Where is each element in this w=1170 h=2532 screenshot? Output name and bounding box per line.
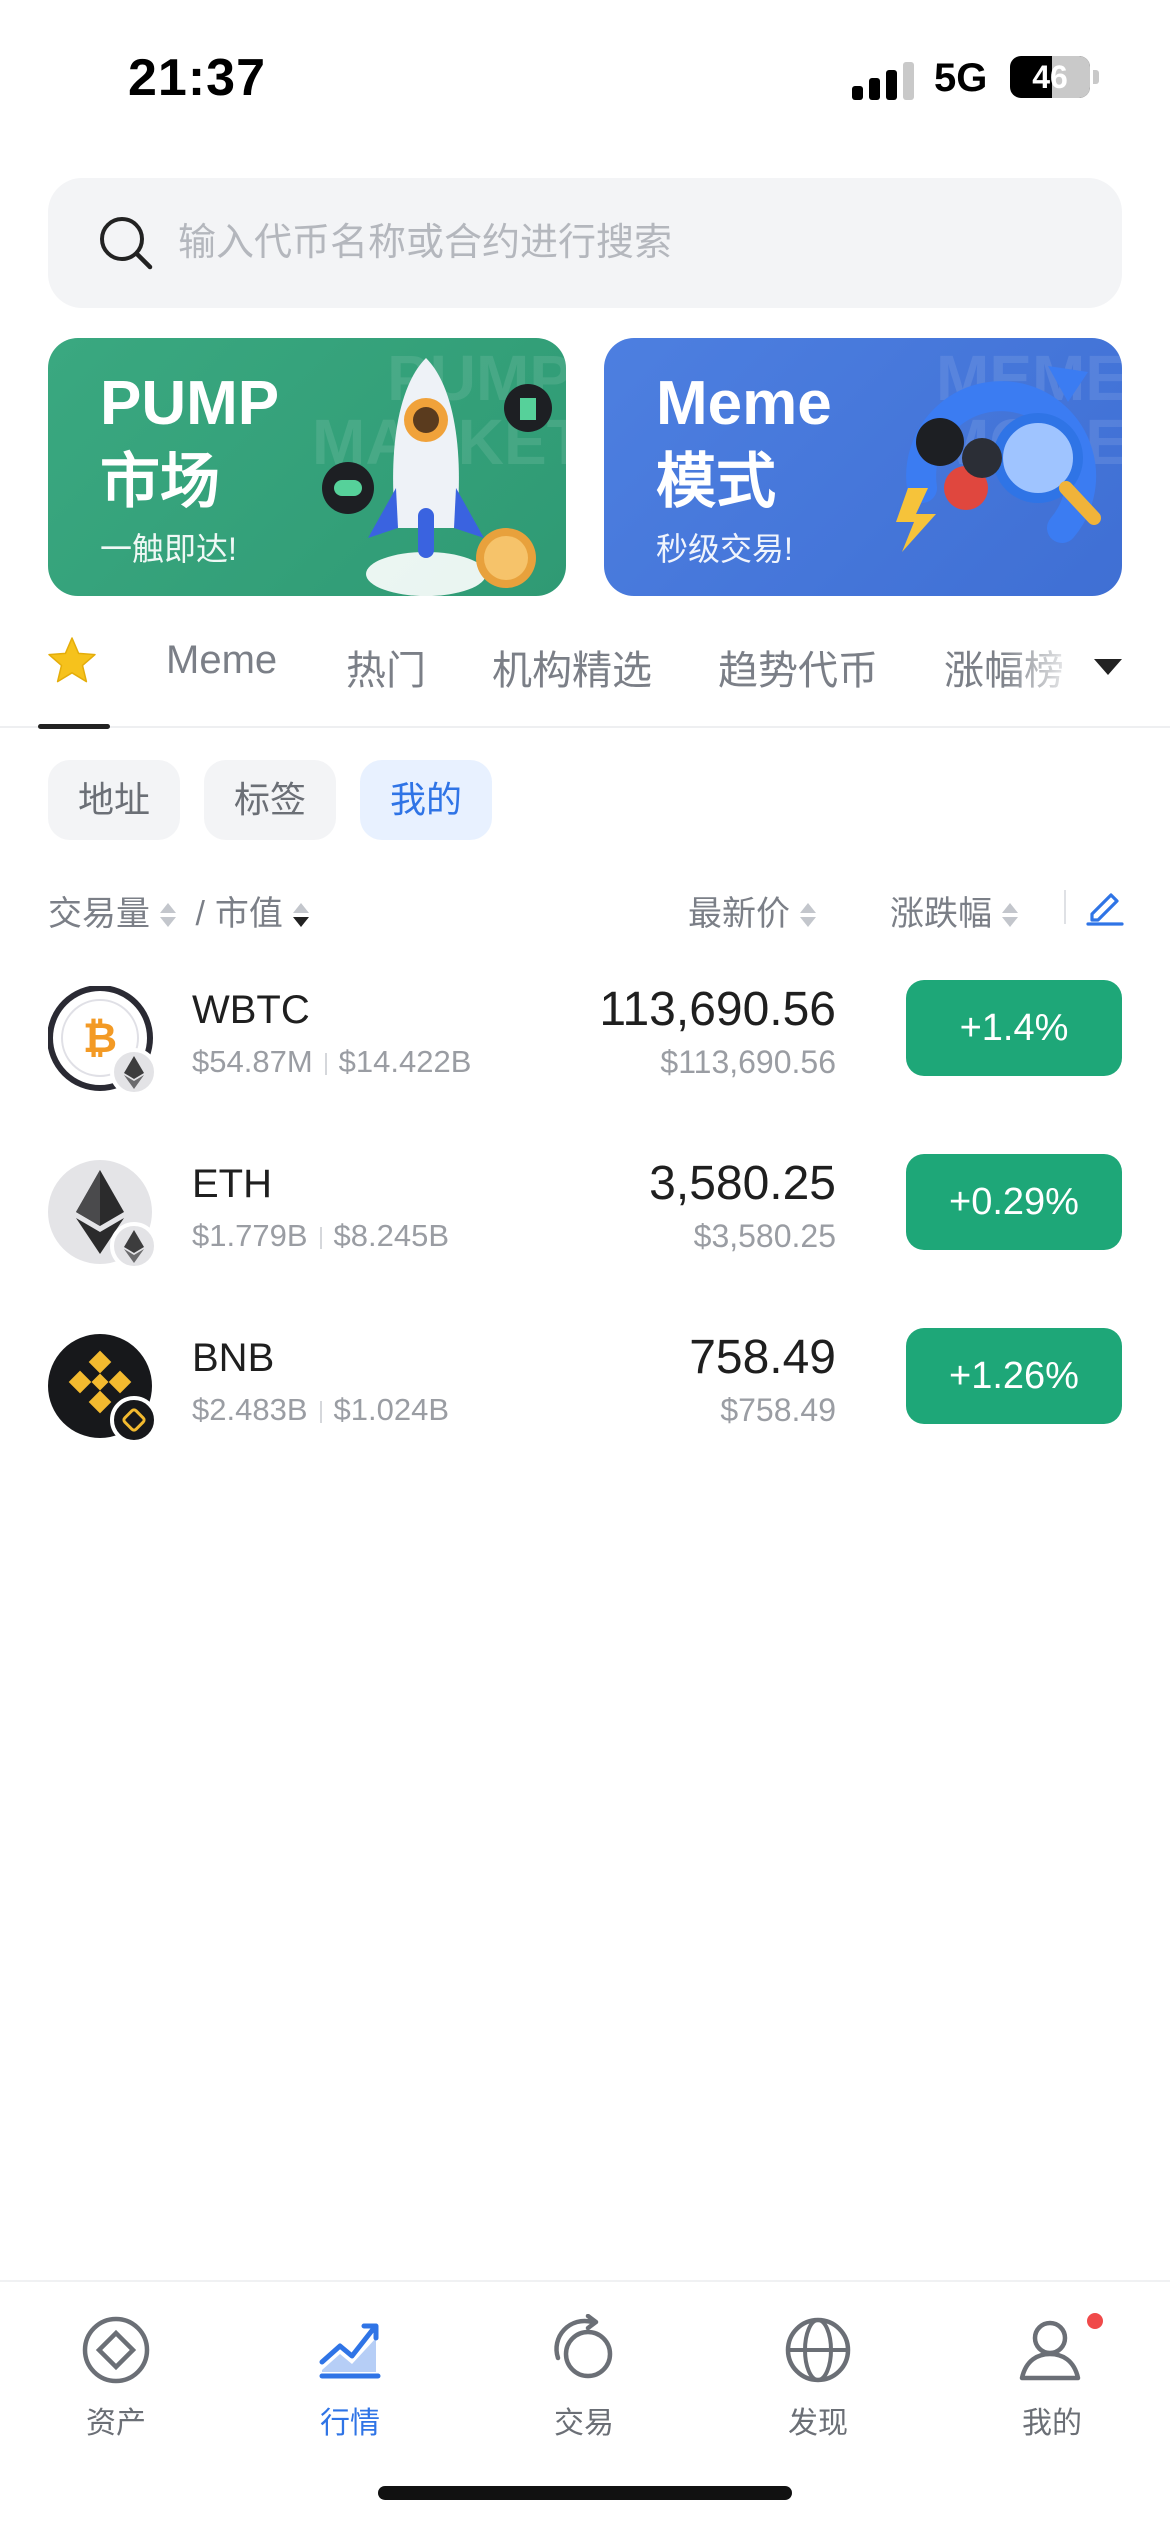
coin-symbol: BNB [192, 1336, 275, 1380]
column-change-label: 涨跌幅 [890, 895, 992, 933]
nav-profile[interactable]: 我的 [972, 2302, 1132, 2442]
coin-volume: $54.87M [192, 1044, 313, 1079]
coin-volume-mcap: $54.87M $14.422B [192, 1044, 471, 1080]
coin-price-usd: $113,690.56 [660, 1044, 836, 1080]
favorites-star-icon[interactable] [44, 634, 100, 690]
nav-discover[interactable]: 发现 [738, 2302, 898, 2442]
meme-mode-banner[interactable]: MEME MODE Meme 模式 秒级交易! [604, 338, 1122, 596]
tab-meme[interactable]: Meme [166, 638, 277, 683]
coin-price: 113,690.56 [599, 983, 836, 1036]
column-separator: / [195, 895, 205, 933]
coin-row-bnb[interactable]: BNB $2.483B $1.024B 758.49 $758.49 +1.26% [0, 1322, 1170, 1492]
network-type: 5G [934, 56, 988, 100]
coin-row-wbtc[interactable]: ₿ WBTC $54.87M $14.422B 113,690.56 $113,6… [0, 974, 1170, 1144]
bnb-icon [48, 1334, 156, 1442]
coin-symbol: ETH [192, 1162, 272, 1206]
home-indicator[interactable] [378, 2486, 792, 2500]
coin-price: 758.49 [689, 1331, 836, 1384]
column-mcap-label: 市值 [214, 895, 283, 933]
filter-mine[interactable]: 我的 [360, 760, 493, 840]
coin-volume-mcap: $1.779B $8.245B [192, 1218, 449, 1254]
sort-desc-icon [292, 901, 309, 931]
search-icon [100, 217, 153, 270]
price-change-badge[interactable]: +0.29% [906, 1154, 1122, 1250]
banner-title: Meme [656, 369, 832, 438]
market-screen: 21:37 5G 46 PUMP MARKET PUMP 市场 一触即达! [0, 0, 1170, 2532]
banner-title: PUMP [100, 369, 280, 438]
battery-tip [1093, 70, 1099, 84]
assets-icon [82, 2316, 150, 2384]
coin-volume-mcap: $2.483B $1.024B [192, 1392, 449, 1428]
coin-mcap: $1.024B [333, 1392, 450, 1427]
banner-title-line2: 模式 [656, 448, 776, 515]
user-icon [1019, 2320, 1081, 2381]
notification-dot [1084, 2310, 1106, 2332]
tab-trending[interactable]: 趋势代币 [718, 638, 878, 696]
tabs-fade [1000, 618, 1080, 718]
coin-symbol: WBTC [192, 988, 310, 1032]
coin-row-eth[interactable]: ETH $1.779B $8.245B 3,580.25 $3,580.25 +0… [0, 1148, 1170, 1318]
column-header-volume-mcap[interactable]: 交易量 / 市值 [48, 886, 309, 935]
battery-level: 46 [1032, 59, 1068, 95]
edit-icon[interactable] [1084, 884, 1126, 926]
coin-price-usd: $758.49 [720, 1392, 836, 1428]
coin-price: 3,580.25 [649, 1157, 836, 1210]
price-change-badge[interactable]: +1.26% [906, 1328, 1122, 1424]
chevron-down-icon[interactable] [1090, 648, 1126, 684]
filter-address[interactable]: 地址 [48, 760, 181, 840]
nav-market[interactable]: 行情 [270, 2302, 430, 2442]
active-tab-indicator [38, 724, 110, 729]
coin-volume: $1.779B [192, 1218, 308, 1253]
search-input[interactable] [178, 178, 1078, 308]
battery-icon: 46 [1010, 56, 1090, 98]
column-price-label: 最新价 [688, 895, 790, 933]
nav-label: 我的 [1022, 2407, 1082, 2440]
sort-icon [160, 901, 176, 931]
tab-institutional[interactable]: 机构精选 [492, 638, 652, 696]
banner-subtitle: 一触即达! [100, 531, 237, 567]
status-time: 21:37 [128, 49, 266, 107]
svg-text:₿: ₿ [83, 1014, 117, 1061]
coin-volume: $2.483B [192, 1392, 308, 1427]
bitcoin-icon: ₿ [48, 986, 156, 1094]
price-change-badge[interactable]: +1.4% [906, 980, 1122, 1076]
nav-assets[interactable]: 资产 [36, 2302, 196, 2442]
pump-market-banner[interactable]: PUMP MARKET PUMP 市场 一触即达! [48, 338, 566, 596]
divider [1064, 890, 1066, 924]
signal-icon [852, 60, 916, 100]
column-volume-label: 交易量 [48, 895, 150, 933]
market-tabs: Meme 热门 机构精选 趋势代币 涨幅榜 [0, 618, 1170, 729]
nav-label: 资产 [86, 2407, 146, 2440]
market-chart-icon [319, 2323, 381, 2379]
trade-icon [554, 2314, 613, 2379]
globe-icon [785, 2317, 851, 2383]
swap-magnifier-icon [896, 366, 1101, 552]
banner-subtitle: 秒级交易! [656, 531, 793, 567]
search-bar[interactable] [48, 178, 1122, 308]
sort-icon [800, 901, 816, 931]
nav-label: 交易 [554, 2407, 614, 2440]
coin-price-usd: $3,580.25 [693, 1218, 836, 1254]
nav-label: 行情 [320, 2407, 380, 2440]
coin-mcap: $14.422B [338, 1044, 472, 1079]
status-bar: 21:37 5G 46 [0, 0, 1170, 150]
filter-tags[interactable]: 标签 [204, 760, 337, 840]
nav-label: 发现 [788, 2407, 848, 2440]
banner-title-line2: 市场 [100, 448, 220, 515]
ethereum-icon [48, 1160, 156, 1268]
column-header-change[interactable]: 涨跌幅 [890, 886, 1018, 935]
sort-icon [1002, 901, 1018, 931]
tab-hot[interactable]: 热门 [346, 638, 426, 696]
nav-trade[interactable]: 交易 [504, 2302, 664, 2442]
rocket-icon [322, 358, 552, 596]
coin-mcap: $8.245B [333, 1218, 450, 1253]
column-header-price[interactable]: 最新价 [688, 886, 816, 935]
